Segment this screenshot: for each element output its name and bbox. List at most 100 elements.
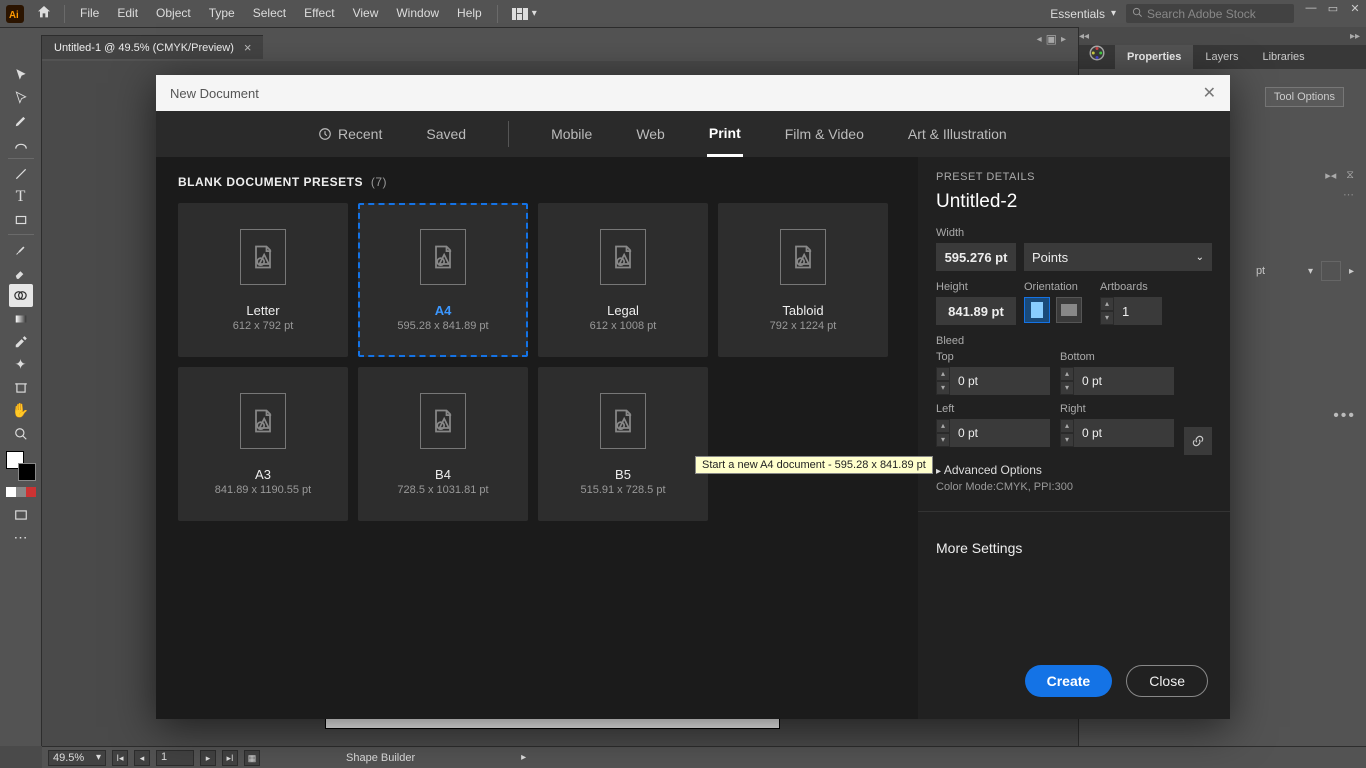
- preset-a3[interactable]: A3841.89 x 1190.55 pt: [178, 367, 348, 521]
- last-artboard-button[interactable]: ▸I: [222, 750, 238, 766]
- artboards-input[interactable]: 1: [1114, 297, 1162, 325]
- minimize-button[interactable]: —: [1300, 2, 1322, 14]
- menu-object[interactable]: Object: [147, 0, 200, 27]
- bleed-right-stepper[interactable]: ▴▾: [1060, 419, 1074, 447]
- screen-mode-icon[interactable]: [9, 503, 33, 526]
- gradient-tool-icon[interactable]: [9, 307, 33, 330]
- home-icon[interactable]: [30, 4, 58, 24]
- bleed-bottom-input[interactable]: 0 pt: [1074, 367, 1174, 395]
- artboard-nav-icon[interactable]: ▦: [244, 750, 260, 766]
- more-settings-button[interactable]: More Settings: [936, 540, 1212, 556]
- artboard-number-field[interactable]: 1: [156, 750, 194, 766]
- line-tool-icon[interactable]: [9, 162, 33, 185]
- units-select[interactable]: Points⌄: [1024, 243, 1212, 271]
- tab-mobile[interactable]: Mobile: [549, 111, 594, 157]
- preset-tabloid[interactable]: Tabloid792 x 1224 pt: [718, 203, 888, 357]
- color-mode-row[interactable]: [6, 487, 36, 497]
- orientation-label: Orientation: [1024, 281, 1082, 293]
- type-tool-icon[interactable]: T: [9, 185, 33, 208]
- create-button[interactable]: Create: [1025, 665, 1113, 697]
- preset-b5[interactable]: B5515.91 x 728.5 pt: [538, 367, 708, 521]
- hand-tool-icon[interactable]: ✋: [9, 399, 33, 422]
- menu-type[interactable]: Type: [200, 0, 244, 27]
- height-input[interactable]: 841.89 pt: [936, 297, 1016, 325]
- bleed-left-stepper[interactable]: ▴▾: [936, 419, 950, 447]
- bleed-left-input[interactable]: 0 pt: [950, 419, 1050, 447]
- bleed-bottom-stepper[interactable]: ▴▾: [1060, 367, 1074, 395]
- doc-nav-prev[interactable]: ◂: [1037, 34, 1042, 45]
- bleed-top-stepper[interactable]: ▴▾: [936, 367, 950, 395]
- symbol-sprayer-tool-icon[interactable]: ✦: [9, 353, 33, 376]
- unit-field[interactable]: pt: [1256, 265, 1300, 277]
- dialog-titlebar: New Document ✕: [156, 75, 1230, 111]
- link-bleed-icon[interactable]: [1184, 427, 1212, 455]
- menu-effect[interactable]: Effect: [295, 0, 343, 27]
- doc-nav-next[interactable]: ▸: [1061, 34, 1066, 45]
- tab-print[interactable]: Print: [707, 111, 743, 157]
- arrange-documents-button[interactable]: ▾: [512, 8, 537, 20]
- brush-tool-icon[interactable]: [9, 238, 33, 261]
- edit-toolbar-icon[interactable]: ⋯: [9, 526, 33, 549]
- close-tab-icon[interactable]: ×: [244, 40, 252, 55]
- menu-help[interactable]: Help: [448, 0, 491, 27]
- preset-legal[interactable]: Legal612 x 1008 pt: [538, 203, 708, 357]
- document-tab[interactable]: Untitled-1 @ 49.5% (CMYK/Preview): [54, 42, 234, 54]
- first-artboard-button[interactable]: I◂: [112, 750, 128, 766]
- preset-letter[interactable]: Letter612 x 792 pt: [178, 203, 348, 357]
- orientation-portrait[interactable]: [1024, 297, 1050, 323]
- shape-builder-tool-icon[interactable]: [9, 284, 33, 307]
- close-button[interactable]: Close: [1126, 665, 1208, 697]
- menu-file[interactable]: File: [71, 0, 108, 27]
- eraser-tool-icon[interactable]: [9, 261, 33, 284]
- eyedropper-tool-icon[interactable]: [9, 330, 33, 353]
- doc-nav-icon[interactable]: ▣: [1046, 32, 1057, 46]
- maximize-button[interactable]: ▭: [1322, 2, 1344, 15]
- tab-saved[interactable]: Saved: [424, 111, 468, 157]
- align-icon[interactable]: ▸◂: [1325, 169, 1336, 182]
- tab-art-illustration[interactable]: Art & Illustration: [906, 111, 1009, 157]
- collapse-panels-icon[interactable]: ◂◂: [1079, 31, 1089, 42]
- prev-artboard-button[interactable]: ◂: [134, 750, 150, 766]
- rectangle-tool-icon[interactable]: [9, 208, 33, 231]
- preset-b4[interactable]: B4728.5 x 1031.81 pt: [358, 367, 528, 521]
- orientation-landscape[interactable]: [1056, 297, 1082, 323]
- menu-select[interactable]: Select: [244, 0, 295, 27]
- direct-selection-tool-icon[interactable]: [9, 86, 33, 109]
- tool-options-button[interactable]: Tool Options: [1265, 87, 1344, 107]
- panel-options-icon[interactable]: •••: [1333, 407, 1356, 425]
- bleed-right-input[interactable]: 0 pt: [1074, 419, 1174, 447]
- advanced-options-toggle[interactable]: ▸ Advanced Options: [936, 463, 1212, 477]
- artboards-stepper[interactable]: ▴▾: [1100, 297, 1114, 325]
- zoom-field[interactable]: 49.5%▾: [48, 750, 106, 766]
- libraries-tab[interactable]: Libraries: [1250, 45, 1316, 69]
- tab-web[interactable]: Web: [634, 111, 667, 157]
- width-input[interactable]: 595.276 pt: [936, 243, 1016, 271]
- layers-tab[interactable]: Layers: [1193, 45, 1250, 69]
- tab-recent[interactable]: Recent: [316, 111, 384, 157]
- expand-icon[interactable]: ▸: [1349, 266, 1354, 277]
- zoom-tool-icon[interactable]: [9, 422, 33, 445]
- dialog-close-icon[interactable]: ✕: [1203, 83, 1216, 103]
- preset-a4[interactable]: A4595.28 x 841.89 pt: [358, 203, 528, 357]
- bleed-top-input[interactable]: 0 pt: [950, 367, 1050, 395]
- menu-view[interactable]: View: [344, 0, 388, 27]
- fill-stroke-swatch[interactable]: [6, 451, 36, 481]
- selection-tool-icon[interactable]: [9, 63, 33, 86]
- curvature-tool-icon[interactable]: [9, 132, 33, 155]
- panel-menu-icon[interactable]: ▸▸: [1350, 31, 1360, 42]
- status-more-icon[interactable]: ▸: [521, 752, 526, 763]
- artboard-tool-icon[interactable]: [9, 376, 33, 399]
- pen-tool-icon[interactable]: [9, 109, 33, 132]
- close-button[interactable]: ✕: [1344, 2, 1366, 15]
- menu-window[interactable]: Window: [387, 0, 448, 27]
- workspace-switcher[interactable]: Essentials▾: [1040, 7, 1126, 21]
- search-stock-input[interactable]: Search Adobe Stock: [1126, 4, 1294, 23]
- document-name-field[interactable]: Untitled-2: [936, 191, 1212, 213]
- tab-film-video[interactable]: Film & Video: [783, 111, 866, 157]
- properties-tab[interactable]: Properties: [1115, 45, 1193, 69]
- align-grid-icon[interactable]: [1321, 261, 1341, 281]
- next-artboard-button[interactable]: ▸: [200, 750, 216, 766]
- color-panel-icon[interactable]: [1076, 44, 1118, 71]
- menu-edit[interactable]: Edit: [108, 0, 147, 27]
- distribute-icon[interactable]: ⧖: [1346, 169, 1354, 182]
